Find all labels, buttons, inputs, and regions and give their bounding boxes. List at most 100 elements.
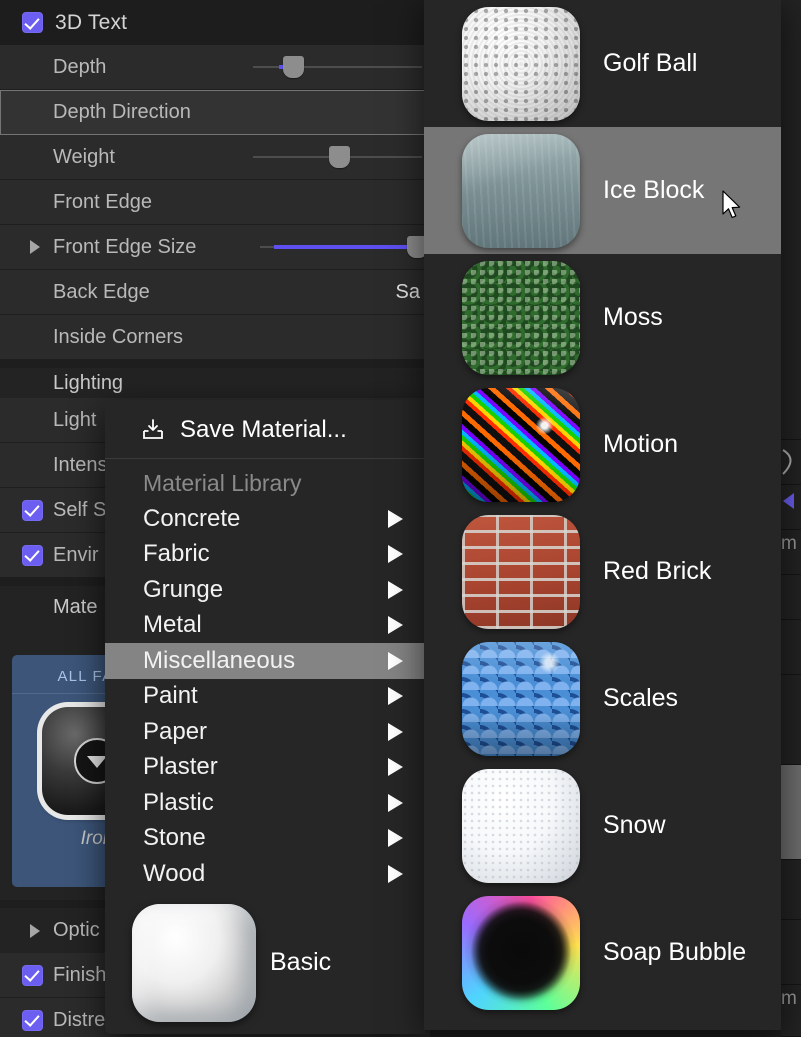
right-strip-cell-text: m: [781, 530, 801, 575]
section-divider: [0, 360, 430, 368]
menu-item-concrete[interactable]: Concrete: [105, 501, 425, 537]
submenu-item-label: Moss: [603, 303, 663, 332]
depth-slider[interactable]: [253, 45, 422, 90]
basic-white-swatch: [132, 904, 256, 1022]
moss-swatch: [462, 261, 580, 375]
inspector-header: 3D Text: [0, 0, 430, 45]
right-strip-cell: [781, 920, 801, 985]
chevron-right-icon: [388, 687, 403, 705]
snow-swatch: [462, 769, 580, 883]
row-front-edge[interactable]: Front Edge: [0, 180, 430, 225]
row-label: Depth Direction: [53, 101, 191, 124]
submenu-item-snow[interactable]: Snow: [424, 762, 781, 889]
right-strip-bottom-text: m: [781, 988, 797, 1010]
chevron-right-icon: [388, 510, 403, 528]
submenu-item-label: Golf Ball: [603, 49, 697, 78]
golf-ball-swatch: [462, 7, 580, 121]
weight-slider[interactable]: [253, 135, 422, 180]
row-label: Weight: [53, 146, 115, 169]
submenu-item-label: Motion: [603, 430, 678, 459]
right-strip-cell: [781, 575, 801, 620]
chevron-right-icon: [388, 758, 403, 776]
save-material-menu-item[interactable]: Save Material...: [105, 403, 425, 457]
menu-item-fabric[interactable]: Fabric: [105, 537, 425, 573]
row-label: Intens: [53, 454, 107, 477]
checkbox-checked-icon[interactable]: [22, 545, 43, 566]
menu-item-paper[interactable]: Paper: [105, 714, 425, 750]
menu-item-plastic[interactable]: Plastic: [105, 785, 425, 821]
submenu-item-label: Scales: [603, 684, 678, 713]
menu-item-stone[interactable]: Stone: [105, 821, 425, 857]
menu-item-wood[interactable]: Wood: [105, 856, 425, 892]
submenu-item-ice-block[interactable]: Ice Block: [424, 127, 781, 254]
row-label: Depth: [53, 56, 106, 79]
ice-block-swatch: [462, 134, 580, 248]
right-strip-text: m: [781, 533, 797, 555]
chevron-right-icon: [388, 581, 403, 599]
right-strip-cell: [781, 860, 801, 920]
save-download-icon: [140, 417, 166, 443]
menu-separator: [105, 458, 425, 459]
menu-item-basic[interactable]: Basic: [105, 892, 425, 1034]
chevron-right-icon: [388, 616, 403, 634]
checkbox-checked-icon[interactable]: [22, 1010, 43, 1031]
disclosure-triangle-icon[interactable]: [30, 924, 40, 938]
row-inside-corners[interactable]: Inside Corners: [0, 315, 430, 360]
front-edge-size-slider[interactable]: [260, 225, 422, 270]
row-depth-direction[interactable]: Depth Direction: [0, 90, 430, 135]
row-label: Envir: [53, 544, 99, 567]
menu-item-grunge[interactable]: Grunge: [105, 572, 425, 608]
row-depth[interactable]: Depth: [0, 45, 430, 90]
submenu-item-label: Red Brick: [603, 557, 711, 586]
submenu-item-label: Ice Block: [603, 176, 704, 205]
submenu-item-golf-ball[interactable]: Golf Ball: [424, 0, 781, 127]
menu-item-plaster[interactable]: Plaster: [105, 750, 425, 786]
submenu-item-soap-bubble[interactable]: Soap Bubble: [424, 889, 781, 1016]
submenu-item-motion[interactable]: Motion: [424, 381, 781, 508]
submenu-item-label: Snow: [603, 811, 666, 840]
app-root: m m 3D Text Depth: [0, 0, 801, 1037]
chevron-right-icon: [388, 829, 403, 847]
submenu-item-red-brick[interactable]: Red Brick: [424, 508, 781, 635]
row-weight[interactable]: Weight: [0, 135, 430, 180]
checkbox-checked-icon[interactable]: [22, 965, 43, 986]
checkbox-checked-icon[interactable]: [22, 500, 43, 521]
red-brick-swatch: [462, 515, 580, 629]
speaker-icon: [783, 493, 794, 509]
row-label: Finish: [53, 964, 106, 987]
menu-item-label: Stone: [143, 824, 206, 852]
row-back-edge[interactable]: Back Edge Sa: [0, 270, 430, 315]
section-title-lighting: Lighting: [0, 368, 430, 398]
menu-item-metal[interactable]: Metal: [105, 608, 425, 644]
menu-item-paint[interactable]: Paint: [105, 679, 425, 715]
row-label: Optic: [53, 919, 100, 942]
menu-item-miscellaneous[interactable]: Miscellaneous: [105, 643, 425, 679]
right-strip-cell: [781, 675, 801, 765]
row-label: Back Edge: [53, 281, 150, 304]
row-front-edge-size[interactable]: Front Edge Size: [0, 225, 430, 270]
chevron-right-icon: [388, 545, 403, 563]
motion-swatch: [462, 388, 580, 502]
row-label: Inside Corners: [53, 326, 183, 349]
menu-item-label: Fabric: [143, 540, 210, 568]
row-label: Front Edge: [53, 191, 152, 214]
soap-bubble-swatch: [462, 896, 580, 1010]
row-label: Light: [53, 409, 96, 432]
miscellaneous-submenu: Golf Ball Ice Block Moss Motion Red Bric…: [424, 0, 781, 1030]
save-material-label: Save Material...: [180, 416, 347, 444]
submenu-item-scales[interactable]: Scales: [424, 635, 781, 762]
menu-item-label: Miscellaneous: [143, 647, 295, 675]
disclosure-triangle-icon[interactable]: [30, 240, 40, 254]
slider-fill: [274, 245, 414, 249]
page-title: 3D Text: [55, 11, 127, 35]
right-strip-cell-selected[interactable]: [781, 765, 801, 860]
right-strip-cell-audio[interactable]: [781, 485, 801, 530]
row-label: Self S: [53, 499, 106, 522]
submenu-item-label: Soap Bubble: [603, 938, 746, 967]
menu-item-label: Wood: [143, 860, 205, 888]
row-label: Distre: [53, 1009, 105, 1032]
slider-knob[interactable]: [329, 146, 350, 168]
submenu-item-moss[interactable]: Moss: [424, 254, 781, 381]
slider-knob[interactable]: [283, 56, 304, 78]
checkbox-checked-icon[interactable]: [22, 12, 43, 33]
